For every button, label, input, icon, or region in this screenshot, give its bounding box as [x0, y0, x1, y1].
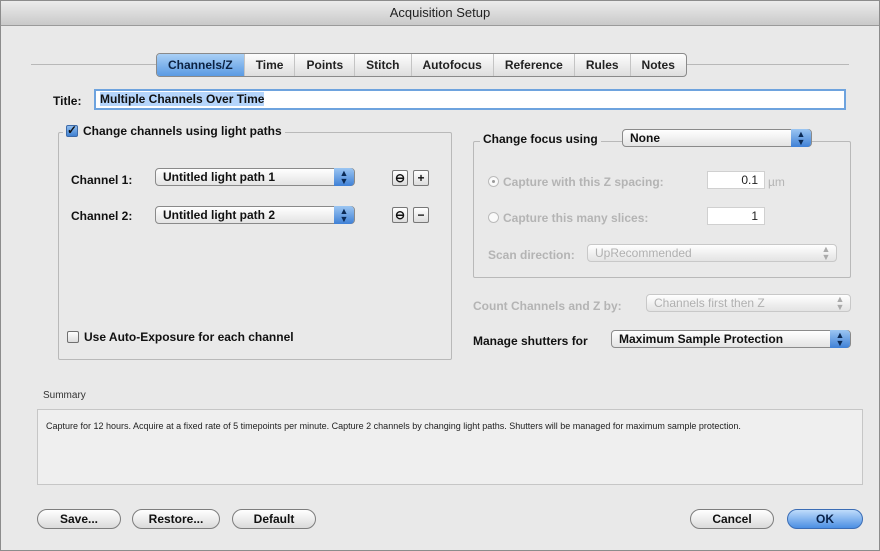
- change-focus-label: Change focus using: [483, 132, 598, 146]
- channels-group-header[interactable]: Change channels using light paths: [63, 123, 285, 138]
- scan-direction-arrows-icon: ▲ ▼: [821, 244, 831, 262]
- channel-1-select[interactable]: Untitled light path 1 ▲ ▼: [155, 168, 355, 186]
- shutters-select[interactable]: Maximum Sample Protection ▲ ▼: [611, 330, 851, 348]
- restore-button[interactable]: Restore...: [132, 509, 220, 529]
- tab-reference[interactable]: Reference: [492, 54, 574, 76]
- tab-time[interactable]: Time: [243, 54, 295, 76]
- change-focus-select[interactable]: None ▲ ▼: [622, 129, 812, 147]
- scan-direction-label: Scan direction:: [488, 248, 575, 262]
- shutters-label: Manage shutters for: [473, 334, 588, 348]
- focus-group-header: Change focus using: [480, 132, 601, 146]
- count-value: Channels first then Z: [654, 296, 765, 310]
- slices-radio[interactable]: [488, 212, 499, 223]
- default-button[interactable]: Default: [232, 509, 316, 529]
- change-channels-label: Change channels using light paths: [83, 124, 282, 138]
- cancel-button[interactable]: Cancel: [690, 509, 774, 529]
- tab-points[interactable]: Points: [294, 54, 354, 76]
- tab-rules[interactable]: Rules: [573, 54, 630, 76]
- channel-2-label: Channel 2:: [71, 209, 133, 223]
- count-label: Count Channels and Z by:: [473, 299, 622, 313]
- channel-1-select-arrows-icon: ▲ ▼: [334, 168, 354, 186]
- slices-label: Capture this many slices:: [503, 211, 649, 225]
- slices-input[interactable]: 1: [707, 207, 765, 225]
- title-label: Title:: [53, 94, 82, 108]
- scan-direction-select[interactable]: UpRecommended ▲ ▼: [587, 244, 837, 262]
- tab-stitch[interactable]: Stitch: [354, 54, 410, 76]
- channel-2-select[interactable]: Untitled light path 2 ▲ ▼: [155, 206, 355, 224]
- window-title: Acquisition Setup: [1, 1, 879, 26]
- tab-notes[interactable]: Notes: [629, 54, 686, 76]
- channel-2-value: Untitled light path 2: [163, 208, 275, 222]
- scan-direction-value: UpRecommended: [595, 246, 692, 260]
- z-spacing-unit: µm: [768, 175, 785, 189]
- count-select[interactable]: Channels first then Z ▲ ▼: [646, 294, 851, 312]
- channels-group: [58, 132, 452, 360]
- z-spacing-radio[interactable]: [488, 176, 499, 187]
- tab-channels-z[interactable]: Channels/Z: [157, 54, 244, 76]
- channel-1-label: Channel 1:: [71, 173, 133, 187]
- summary-label: Summary: [43, 390, 86, 401]
- auto-exposure-checkbox[interactable]: [67, 331, 79, 343]
- channel-1-remove-button[interactable]: ⊖: [392, 170, 408, 186]
- channel-2-minus-button[interactable]: −: [413, 207, 429, 223]
- summary-text: Capture for 12 hours. Acquire at a fixed…: [37, 409, 863, 485]
- title-input-value: Multiple Channels Over Time: [100, 92, 265, 106]
- z-spacing-label: Capture with this Z spacing:: [503, 175, 664, 189]
- ok-button[interactable]: OK: [787, 509, 863, 529]
- tab-bar: Channels/Z Time Points Stitch Autofocus …: [156, 53, 687, 77]
- tab-autofocus[interactable]: Autofocus: [410, 54, 493, 76]
- shutters-arrows-icon: ▲ ▼: [830, 330, 850, 348]
- channel-2-select-arrows-icon: ▲ ▼: [334, 206, 354, 224]
- slices-option[interactable]: Capture this many slices:: [488, 211, 648, 225]
- count-arrows-icon: ▲ ▼: [835, 294, 845, 312]
- z-spacing-input[interactable]: 0.1: [707, 171, 765, 189]
- change-focus-value: None: [630, 131, 660, 145]
- auto-exposure-label: Use Auto-Exposure for each channel: [84, 330, 294, 344]
- channel-1-value: Untitled light path 1: [163, 170, 275, 184]
- channel-2-remove-button[interactable]: ⊖: [392, 207, 408, 223]
- title-input[interactable]: Multiple Channels Over Time: [94, 89, 846, 110]
- change-channels-checkbox[interactable]: [66, 123, 78, 137]
- acquisition-setup-window: Acquisition Setup Channels/Z Time Points…: [0, 0, 880, 551]
- save-button[interactable]: Save...: [37, 509, 121, 529]
- change-focus-arrows-icon: ▲ ▼: [791, 129, 811, 147]
- channel-1-add-button[interactable]: +: [413, 170, 429, 186]
- z-spacing-option[interactable]: Capture with this Z spacing:: [488, 175, 664, 189]
- shutters-value: Maximum Sample Protection: [619, 332, 784, 346]
- auto-exposure-row[interactable]: Use Auto-Exposure for each channel: [67, 330, 294, 344]
